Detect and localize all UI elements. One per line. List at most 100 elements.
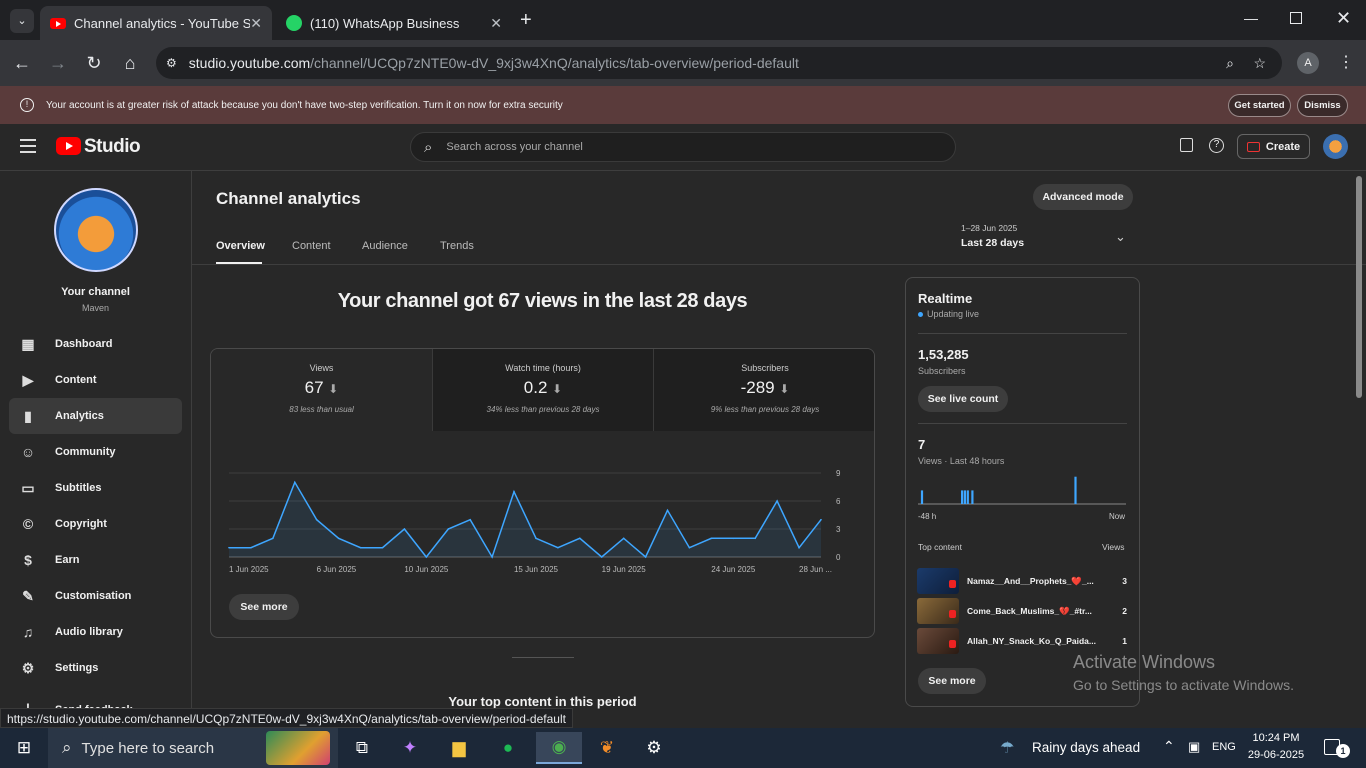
address-bar[interactable]: ⚙ studio.youtube.com/channel/UCQp7zNTE0w… [156, 47, 1282, 79]
views-data-point[interactable] [491, 556, 493, 558]
site-info-icon[interactable]: ⚙ [166, 56, 177, 70]
task-view-icon[interactable]: ⧉ [342, 732, 382, 764]
tab-youtube-studio[interactable]: Channel analytics - YouTube Stu ✕ [40, 6, 272, 40]
realtime-bar[interactable] [963, 490, 966, 504]
tray-chevron-up-icon[interactable]: ⌃ [1163, 738, 1175, 755]
sidebar-item-customisation[interactable]: ✎ Customisation [9, 578, 182, 614]
views-data-point[interactable] [776, 500, 778, 502]
back-arrow-icon[interactable]: ← [10, 51, 34, 75]
sidebar-item-copyright[interactable]: © Copyright [9, 506, 182, 542]
views-data-point[interactable] [820, 518, 822, 521]
views-data-point[interactable] [447, 528, 450, 530]
channel-avatar[interactable] [54, 188, 138, 272]
taskbar-search-box[interactable]: ⌕ Type here to search [48, 728, 338, 768]
channel-search-input[interactable]: ⌕ Search across your channel [410, 132, 956, 162]
sidebar-item-subtitles[interactable]: ▭ Subtitles [9, 470, 182, 506]
period-selector[interactable]: 1–28 Jun 2025 Last 28 days ⌄ [961, 223, 1131, 253]
sidebar-item-community[interactable]: ☺ Community [9, 434, 182, 470]
top-content-item[interactable]: Come_Back_Muslims_💔_#tr... 2 [917, 598, 1127, 624]
views-data-point[interactable] [798, 546, 800, 549]
views-data-point[interactable] [381, 546, 384, 549]
realtime-bar[interactable] [971, 490, 974, 504]
chrome-icon[interactable]: ◉ [536, 732, 582, 764]
zoom-icon[interactable]: ⌕ [1226, 55, 1234, 72]
realtime-bar[interactable] [920, 490, 924, 504]
views-data-point[interactable] [403, 528, 406, 530]
feedback-icon[interactable] [1180, 138, 1193, 152]
metric-views[interactable]: Views 67 ⬇ 83 less than usual [211, 349, 432, 431]
forward-arrow-icon[interactable]: → [46, 51, 70, 75]
views-data-point[interactable] [535, 537, 537, 540]
realtime-bar[interactable] [961, 490, 964, 504]
tab-content[interactable]: Content [292, 240, 331, 252]
realtime-bar[interactable] [966, 490, 969, 504]
realtime-bar[interactable] [1074, 476, 1077, 504]
views-data-point[interactable] [228, 546, 230, 549]
page-scrollbar[interactable] [1356, 176, 1362, 398]
views-data-point[interactable] [250, 546, 252, 549]
reload-icon[interactable]: ↻ [82, 51, 106, 75]
tab-audience[interactable]: Audience [362, 240, 408, 252]
language-indicator[interactable]: ENG [1212, 741, 1236, 753]
weather-text[interactable]: Rainy days ahead [1032, 740, 1140, 755]
account-avatar[interactable] [1323, 134, 1348, 159]
window-close-icon[interactable]: ✕ [1336, 8, 1351, 29]
fl-studio-icon[interactable]: ❦ [587, 732, 627, 764]
bookmark-star-icon[interactable]: ☆ [1253, 55, 1266, 72]
metric-subscribers[interactable]: Subscribers -289 ⬇ 9% less than previous… [653, 349, 874, 431]
tab-search-chevron-icon[interactable]: ⌄ [10, 9, 34, 33]
views-data-point[interactable] [622, 537, 625, 540]
views-data-point[interactable] [557, 546, 559, 549]
see-live-count-button[interactable]: See live count [918, 386, 1008, 412]
file-explorer-icon[interactable]: ▆ [439, 732, 479, 764]
advanced-mode-button[interactable]: Advanced mode [1033, 184, 1133, 210]
views-data-point[interactable] [359, 546, 362, 549]
home-icon[interactable]: ⌂ [118, 51, 142, 75]
clock-time[interactable]: 10:24 PM [1248, 732, 1304, 744]
metric-watch-time[interactable]: Watch time (hours) 0.2 ⬇ 34% less than p… [432, 349, 653, 431]
sidebar-item-earn[interactable]: $ Earn [9, 542, 182, 578]
sidebar-item-audio-library[interactable]: ♫ Audio library [9, 614, 182, 650]
see-more-button[interactable]: See more [229, 594, 299, 620]
tab-close-icon[interactable]: ✕ [250, 15, 262, 32]
views-data-point[interactable] [579, 537, 581, 540]
views-data-point[interactable] [688, 546, 691, 549]
sidebar-item-analytics[interactable]: ▮ Analytics [9, 398, 182, 434]
windows-start-icon[interactable]: ⊞ [4, 732, 44, 764]
camera-icon[interactable]: ▣ [1188, 739, 1200, 755]
minimize-icon[interactable]: — [1244, 10, 1258, 26]
views-data-point[interactable] [293, 481, 296, 484]
restore-icon[interactable] [1290, 12, 1302, 24]
views-data-point[interactable] [513, 490, 515, 493]
profile-avatar[interactable]: A [1297, 52, 1319, 74]
youtube-logo-icon[interactable] [56, 137, 81, 155]
sidebar-item-content[interactable]: ▶ Content [9, 362, 182, 398]
settings-gear-icon[interactable]: ⚙ [634, 732, 674, 764]
spotify-icon[interactable]: ● [488, 732, 528, 764]
views-data-point[interactable] [469, 518, 471, 521]
tab-close-icon[interactable]: ✕ [490, 15, 502, 32]
tab-overview[interactable]: Overview [216, 240, 265, 252]
top-content-item[interactable]: Allah_NY_Snack_Ko_Q_Paida... 1 [917, 628, 1127, 654]
clock-date[interactable]: 29-06-2025 [1246, 749, 1306, 761]
views-data-point[interactable] [600, 556, 603, 558]
top-content-item[interactable]: Namaz__And__Prophets_❤️_... 3 [917, 568, 1127, 594]
views-data-point[interactable] [272, 537, 274, 540]
sidebar-item-settings[interactable]: ⚙ Settings [9, 650, 182, 686]
copilot-icon[interactable]: ✦ [390, 732, 430, 764]
views-data-point[interactable] [337, 537, 340, 540]
views-data-point[interactable] [666, 509, 669, 512]
views-data-point[interactable] [644, 556, 647, 558]
views-data-point[interactable] [710, 537, 713, 540]
menu-kebab-icon[interactable]: ⋮ [1338, 52, 1354, 72]
views-data-point[interactable] [732, 537, 735, 540]
tab-trends[interactable]: Trends [440, 240, 474, 252]
create-button[interactable]: Create [1237, 134, 1310, 159]
help-icon[interactable]: ? [1209, 138, 1224, 153]
new-tab-plus-icon[interactable]: + [520, 9, 532, 32]
hamburger-menu-icon[interactable] [20, 139, 36, 153]
weather-umbrella-icon[interactable]: ☂ [1000, 738, 1014, 758]
views-data-point[interactable] [754, 537, 757, 540]
views-data-point[interactable] [425, 556, 428, 558]
get-started-button[interactable]: Get started [1228, 94, 1291, 117]
